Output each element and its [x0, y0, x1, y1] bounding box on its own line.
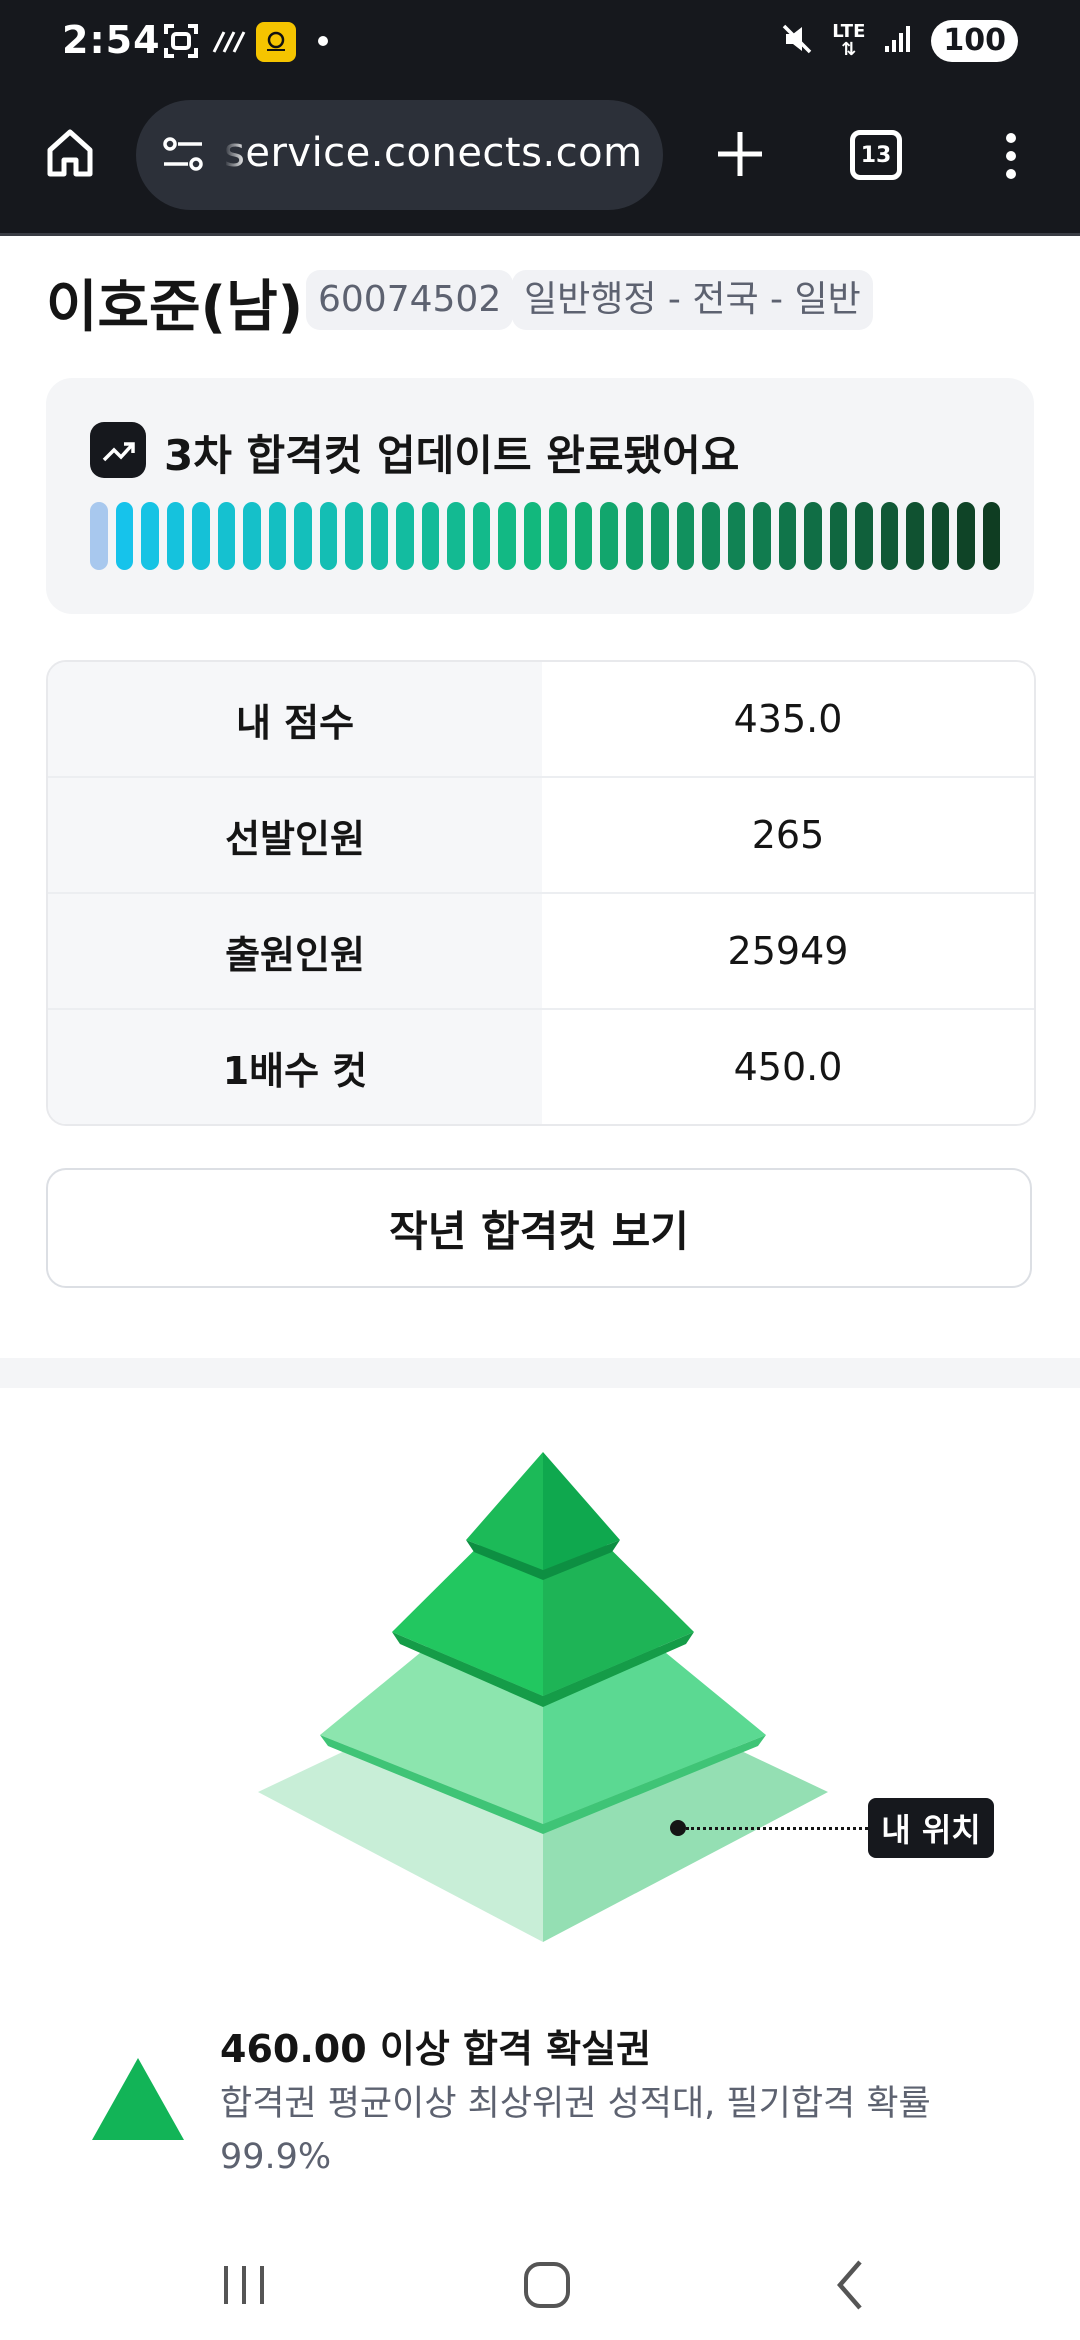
- signal-icon: [883, 24, 913, 58]
- score-table: 내 점수 435.0 선발인원 265 출원인원 25949 1배수 컷 450…: [46, 660, 1036, 1126]
- section-divider: [0, 1358, 1080, 1388]
- recent-apps-button[interactable]: [204, 2250, 284, 2320]
- exam-id-chip: 60074502: [306, 270, 514, 330]
- progress-bar-segment: [421, 502, 439, 570]
- overflow-menu-button[interactable]: [996, 126, 1026, 186]
- trending-up-icon: [90, 422, 146, 478]
- ranking-pyramid: [258, 1452, 828, 1942]
- progress-bar-segment: [549, 502, 567, 570]
- site-settings-icon[interactable]: [158, 130, 208, 180]
- table-row: 1배수 컷 450.0: [48, 1008, 1034, 1124]
- back-chevron-icon: [837, 2260, 862, 2310]
- lines-icon: [212, 22, 248, 60]
- progress-bar-segment: [472, 502, 490, 570]
- progress-bar-segment: [753, 502, 771, 570]
- row-value: 435.0: [542, 662, 1034, 776]
- progress-bar-segment: [192, 502, 210, 570]
- url-text: service.conects.com: [224, 130, 643, 176]
- progress-bar-segment: [523, 502, 541, 570]
- progress-bar-segment: [727, 502, 745, 570]
- progress-bar-segment: [880, 502, 898, 570]
- new-tab-button[interactable]: [710, 124, 770, 184]
- home-button[interactable]: [40, 122, 100, 182]
- progress-bar-segment: [370, 502, 388, 570]
- progress-bar-segment: [396, 502, 414, 570]
- progress-bar-segment: [447, 502, 465, 570]
- table-row: 출원인원 25949: [48, 892, 1034, 1008]
- screenshot-icon: [162, 22, 200, 60]
- progress-bar-segment: [90, 502, 108, 570]
- row-value: 25949: [542, 894, 1034, 1008]
- progress-bars: [90, 502, 1000, 570]
- back-button[interactable]: [810, 2250, 890, 2320]
- progress-bar-segment: [982, 502, 1000, 570]
- address-bar[interactable]: service.conects.com: [136, 100, 663, 210]
- progress-bar-segment: [268, 502, 286, 570]
- progress-bar-segment: [957, 502, 975, 570]
- progress-bar-segment: [778, 502, 796, 570]
- progress-bar-segment: [319, 502, 337, 570]
- system-nav-bar: [0, 2230, 1080, 2340]
- progress-bar-segment: [345, 502, 363, 570]
- app-notification-icon: [256, 22, 296, 62]
- row-value: 450.0: [542, 1010, 1034, 1124]
- progress-bar-segment: [166, 502, 184, 570]
- progress-bar-segment: [651, 502, 669, 570]
- lte-icon: LTE ⇅: [832, 21, 866, 60]
- update-banner: 3차 합격컷 업데이트 완료됐어요: [46, 378, 1034, 614]
- home-icon: [47, 129, 93, 177]
- browser-toolbar: service.conects.com 13: [0, 100, 1080, 212]
- home-nav-button[interactable]: [506, 2250, 586, 2320]
- plus-icon: [718, 132, 762, 176]
- progress-bar-segment: [574, 502, 592, 570]
- row-label: 출원인원: [48, 894, 542, 1008]
- progress-bar-segment: [702, 502, 720, 570]
- progress-bar-segment: [600, 502, 618, 570]
- more-vertical-icon: [1006, 133, 1016, 179]
- category-chip: 일반행정 - 전국 - 일반: [512, 270, 873, 330]
- progress-bar-segment: [217, 502, 235, 570]
- more-notifications-dot-icon: [318, 36, 328, 46]
- progress-bar-segment: [294, 502, 312, 570]
- browser-chrome: 2:54 LTE ⇅ 100 service.conects.com 13: [0, 0, 1080, 236]
- progress-bar-segment: [804, 502, 822, 570]
- status-time: 2:54: [62, 18, 161, 62]
- my-position-marker: [670, 1820, 686, 1836]
- row-value: 265: [542, 778, 1034, 892]
- progress-bar-segment: [243, 502, 261, 570]
- mute-icon: [780, 22, 814, 60]
- tab-switcher-button[interactable]: 13: [850, 130, 902, 180]
- my-position-label: 내 위치: [868, 1798, 994, 1858]
- recents-icon: [224, 2266, 264, 2304]
- progress-bar-segment: [676, 502, 694, 570]
- row-label: 1배수 컷: [48, 1010, 542, 1124]
- chrome-divider: [0, 233, 1080, 236]
- battery-indicator: 100: [931, 20, 1018, 62]
- progress-bar-segment: [141, 502, 159, 570]
- progress-bar-segment: [906, 502, 924, 570]
- view-last-year-cut-button[interactable]: 작년 합격컷 보기: [46, 1168, 1032, 1288]
- tier-description: 합격권 평균이상 최상위권 성적대, 필기합격 확률 99.9%: [220, 2084, 931, 2177]
- home-circle-icon: [524, 2262, 570, 2308]
- tier-title: 460.00 이상 합격 확실권: [220, 2027, 652, 2071]
- progress-bar-segment: [855, 502, 873, 570]
- update-title: 3차 합격컷 업데이트 완료됐어요: [164, 431, 740, 480]
- row-label: 선발인원: [48, 778, 542, 892]
- my-position-leader: [686, 1827, 868, 1830]
- progress-bar-segment: [115, 502, 133, 570]
- progress-bar-segment: [625, 502, 643, 570]
- row-label: 내 점수: [48, 662, 542, 776]
- candidate-name: 이호준(남): [46, 275, 304, 340]
- table-row: 내 점수 435.0: [48, 662, 1034, 776]
- tier-triangle-icon: [92, 2058, 184, 2140]
- progress-bar-segment: [931, 502, 949, 570]
- status-right: LTE ⇅ 100: [780, 18, 1018, 64]
- progress-bar-segment: [498, 502, 516, 570]
- progress-bar-segment: [829, 502, 847, 570]
- table-row: 선발인원 265: [48, 776, 1034, 892]
